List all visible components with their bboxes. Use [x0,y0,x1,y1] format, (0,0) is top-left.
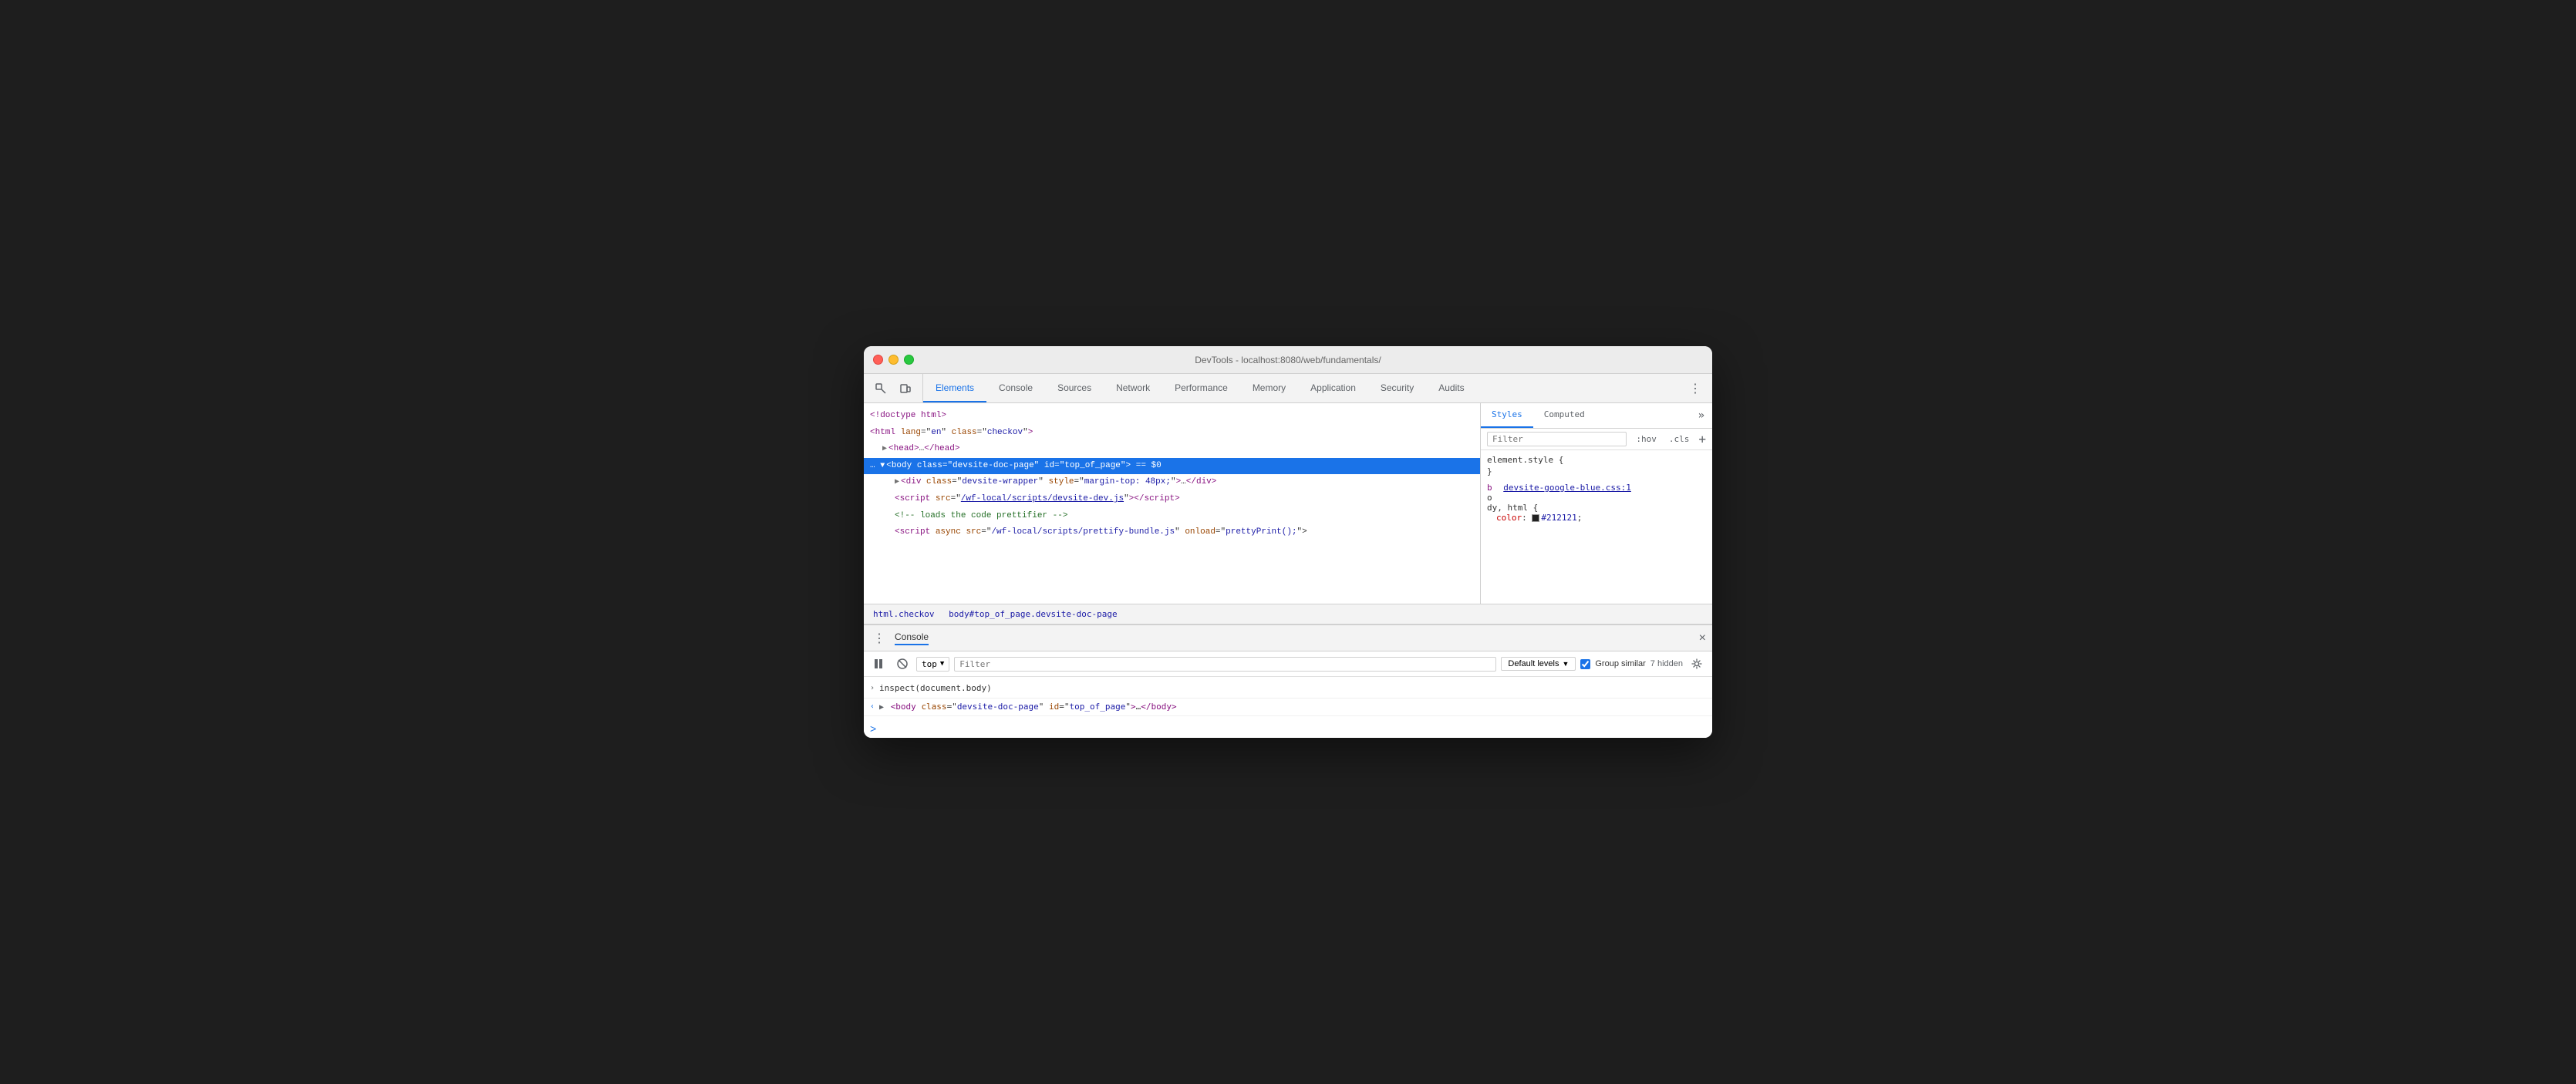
tab-memory[interactable]: Memory [1240,374,1298,402]
breadcrumb-separator [937,608,946,621]
styles-tab-computed[interactable]: Computed [1533,403,1596,428]
console-line-text-inspect: inspect(document.body) [879,682,992,695]
dom-line-doctype: <!doctype html> [864,408,1480,425]
style-rule-element: element.style { } [1487,455,1706,476]
tab-console[interactable]: Console [986,374,1045,402]
console-levels-button[interactable]: Default levels ▼ [1501,657,1576,671]
console-settings-icon[interactable] [1688,655,1706,673]
minimize-button[interactable] [888,355,899,365]
tab-network[interactable]: Network [1104,374,1162,402]
elements-panel: <!doctype html> <html lang="en" class="c… [864,403,1481,604]
tab-audits[interactable]: Audits [1426,374,1476,402]
console-toolbar: top ▼ Default levels ▼ Group similar 7 h… [864,651,1712,677]
devtools-tabs: Elements Console Sources Network Perform… [923,374,1684,402]
inspect-icon[interactable] [870,378,892,399]
console-line-text-body: ▶ <body class="devsite-doc-page" id="top… [879,701,1177,714]
color-swatch [1532,514,1539,522]
elements-content: <!doctype html> <html lang="en" class="c… [864,403,1480,546]
console-prompt-input[interactable] [881,724,1706,734]
tab-sources[interactable]: Sources [1045,374,1104,402]
tab-elements[interactable]: Elements [923,374,986,402]
console-drawer-menu-icon[interactable]: ⋮ [870,629,888,648]
title-bar: DevTools - localhost:8080/web/fundamenta… [864,346,1712,374]
styles-cls-button[interactable]: .cls [1666,433,1693,446]
dom-line-html: <html lang="en" class="checkov"> [864,425,1480,442]
devtools-icon-group [864,374,923,402]
styles-tabs: Styles Computed » [1481,403,1712,429]
style-source-line: b devsite-google-blue.css:1 [1487,483,1706,493]
styles-panel: Styles Computed » :hov .cls + element.st… [1481,403,1712,604]
traffic-lights [873,355,914,365]
console-context-selector[interactable]: top ▼ [916,657,949,672]
style-source-link[interactable]: devsite-google-blue.css:1 [1503,483,1631,493]
console-line-inspect: › inspect(document.body) [864,680,1712,699]
dom-line-head: ▶<head>…</head> [864,441,1480,458]
fullscreen-button[interactable] [904,355,914,365]
window-title: DevTools - localhost:8080/web/fundamenta… [1195,355,1381,365]
close-button[interactable] [873,355,883,365]
devtools-main-area: <!doctype html> <html lang="en" class="c… [864,403,1712,604]
styles-tab-styles[interactable]: Styles [1481,403,1533,428]
styles-filter-bar: :hov .cls + [1481,429,1712,450]
styles-content: element.style { } b devsite-google-blue.… [1481,450,1712,534]
breadcrumb-body[interactable]: body#top_of_page.devsite-doc-page [946,608,1121,621]
console-output: › inspect(document.body) ‹ ▶ <body class… [864,677,1712,719]
styles-add-rule-button[interactable]: + [1698,432,1706,446]
console-expand-icon[interactable]: › [870,682,875,694]
more-tabs-icon[interactable]: ⋮ [1684,374,1706,402]
console-block-icon[interactable] [893,655,912,673]
console-line-body: ‹ ▶ <body class="devsite-doc-page" id="t… [864,699,1712,717]
console-drawer-title[interactable]: Console [895,631,929,645]
dom-line-comment: <!-- loads the code prettifier --> [864,508,1480,525]
style-prop-color: color: #212121; [1487,513,1706,523]
devtools-tab-bar: Elements Console Sources Network Perform… [864,374,1712,403]
dom-line-div-wrapper: ▶<div class="devsite-wrapper" style="mar… [864,474,1480,491]
console-hidden-count: 7 hidden [1650,659,1683,668]
devtools-window: DevTools - localhost:8080/web/fundamenta… [864,346,1712,738]
console-execute-icon[interactable] [870,655,888,673]
console-prompt: > [864,719,1712,738]
console-group-similar-label: Group similar [1595,659,1645,668]
tab-security[interactable]: Security [1368,374,1426,402]
device-mode-icon[interactable] [895,378,916,399]
dom-line-body[interactable]: … ▼<body class="devsite-doc-page" id="to… [864,458,1480,475]
console-drawer: ⋮ Console × top ▼ [864,624,1712,738]
console-drawer-header: ⋮ Console × [864,625,1712,651]
dom-line-script-devsite: <script src="/wf-local/scripts/devsite-d… [864,491,1480,508]
console-collapse-icon[interactable]: ‹ [870,701,875,712]
style-rule-close: } [1487,466,1706,476]
tab-application[interactable]: Application [1298,374,1368,402]
style-rule-body: b devsite-google-blue.css:1 o dy, html {… [1487,483,1706,523]
style-selector-element: element.style { [1487,455,1706,465]
dom-line-script-prettify: <script async src="/wf-local/scripts/pre… [864,524,1480,541]
tab-performance[interactable]: Performance [1162,374,1240,402]
styles-more-icon[interactable]: » [1691,403,1712,428]
console-drawer-close-button[interactable]: × [1699,631,1706,645]
styles-filter-input[interactable] [1487,432,1627,446]
breadcrumb-bar: html.checkov body#top_of_page.devsite-do… [864,604,1712,624]
breadcrumb-html[interactable]: html.checkov [870,608,937,621]
styles-hov-button[interactable]: :hov [1633,433,1660,446]
console-filter-input[interactable] [954,657,1496,672]
console-prompt-caret: > [870,722,876,735]
console-group-similar-checkbox[interactable] [1580,659,1590,669]
